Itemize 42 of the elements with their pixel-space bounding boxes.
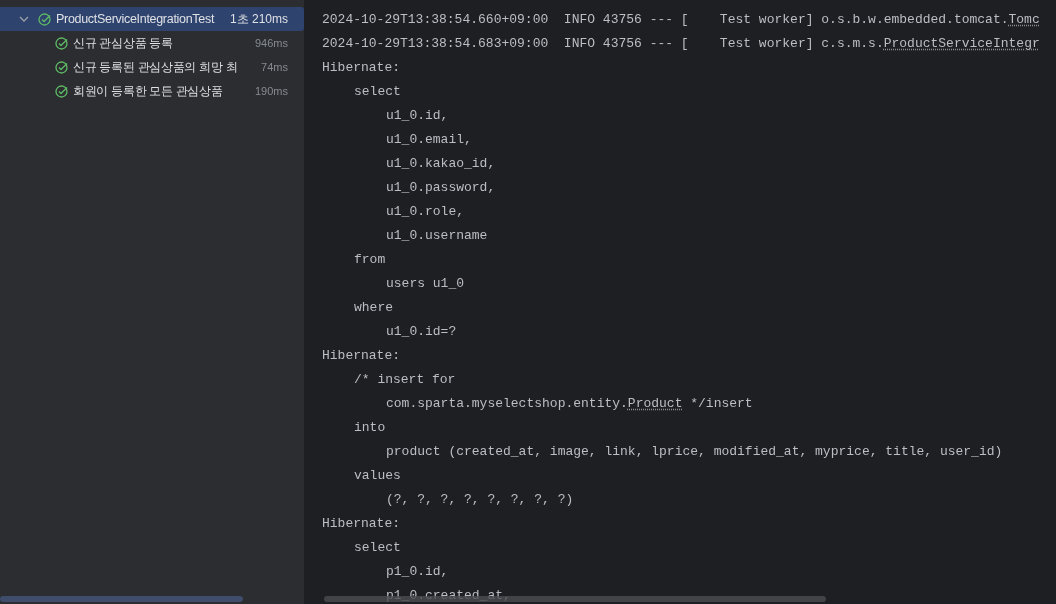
console-line: u1_0.password, (385, 179, 496, 197)
console-line: select (353, 539, 401, 557)
console-line: u1_0.email, (385, 131, 472, 149)
console-line: p1_0.id, (385, 563, 449, 581)
test-tree-item[interactable]: 신규 관심상품 등록 946ms (0, 31, 304, 55)
check-circle-icon (38, 12, 51, 26)
test-tree-item[interactable]: 신규 등록된 관심상품의 희망 최 74ms (0, 55, 304, 79)
console-line: p1_0.created_at, (385, 587, 511, 604)
console-line: into (353, 419, 386, 437)
console-line: Hibernate: (322, 347, 400, 365)
test-name: ProductServiceIntegrationTest (56, 10, 216, 28)
scrollbar[interactable] (0, 596, 243, 602)
console-line: u1_0.kakao_id, (385, 155, 496, 173)
console-line: Hibernate: (322, 59, 400, 77)
test-name: 신규 관심상품 등록 (73, 35, 174, 52)
console-line: where (353, 299, 393, 317)
check-circle-icon (55, 84, 68, 98)
test-tree-item[interactable]: ProductServiceIntegrationTest 1초 210ms (0, 7, 304, 31)
console-line: product (created_at, image, link, lprice, modified_at, myprice, title, user_id) (385, 443, 1003, 461)
test-duration: 1초 210ms (229, 11, 288, 28)
console-line: com.sparta.myselectshop.entity.Product */insert (385, 395, 753, 413)
console-line: Hibernate: (322, 515, 400, 533)
test-name: 신규 등록된 관심상품의 희망 최 (73, 59, 239, 76)
console-line: users u1_0 (385, 275, 464, 293)
check-circle-icon (55, 60, 68, 74)
console-line: (?, ?, ?, ?, ?, ?, ?, ?) (385, 491, 574, 509)
console-line: u1_0.id, (385, 107, 449, 125)
console-line: u1_0.id=? (385, 323, 457, 341)
console-line: 2024-10-29T13:38:54.660+09:00 INFO 43756 --- [ Test worker] o.s.b.w.embedded.tomcat.Tomc (322, 11, 1040, 29)
console-line: values (353, 467, 401, 485)
check-circle-icon (55, 36, 68, 50)
console-line: select (353, 83, 401, 101)
console-line: 2024-10-29T13:38:54.683+09:00 INFO 43756 --- [ Test worker] c.s.m.s.ProductServiceIntegr (322, 35, 1040, 53)
test-name: 회원이 등록한 모든 관심상품 (73, 83, 224, 100)
test-duration: 946ms (254, 35, 288, 51)
test-tree-item[interactable]: 회원이 등록한 모든 관심상품 190ms (0, 79, 304, 103)
console-line: u1_0.username (385, 227, 488, 245)
test-duration: 74ms (261, 59, 288, 75)
console-line: /* insert for (353, 371, 456, 389)
console-line: u1_0.role, (385, 203, 464, 221)
test-duration: 190ms (254, 83, 288, 99)
console-line: from (353, 251, 386, 269)
